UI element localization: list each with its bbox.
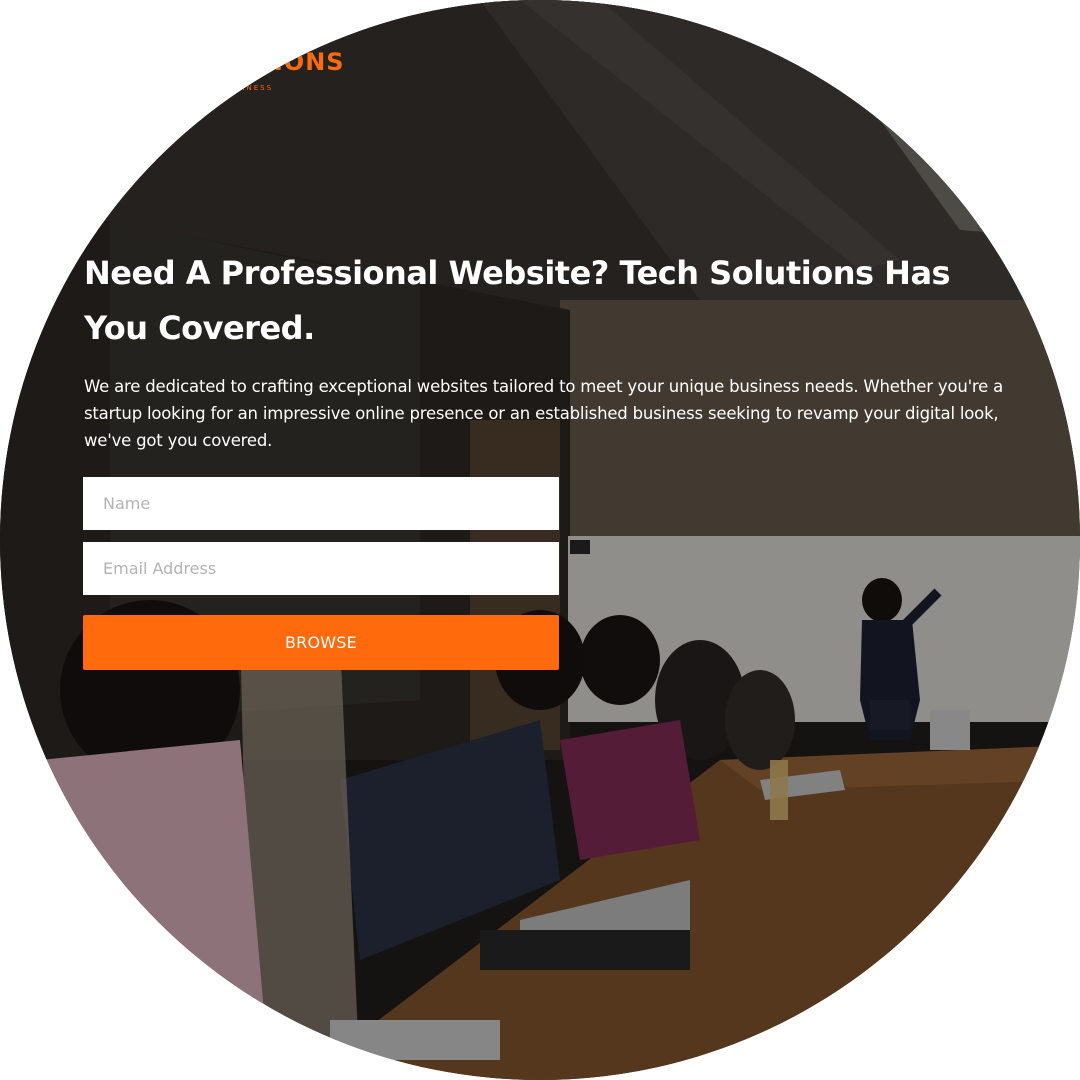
email-field[interactable]: [83, 542, 559, 595]
name-field[interactable]: [83, 477, 559, 530]
hero-description: We are dedicated to crafting exceptional…: [84, 377, 1004, 450]
hero-headline: Need A Professional Website? Tech Soluti…: [84, 254, 951, 347]
hero-circle-frame: UTIONS SINESS Need A Professional Websit…: [0, 0, 1080, 1080]
dark-overlay: [0, 0, 1080, 1080]
browse-button[interactable]: BROWSE: [83, 615, 559, 670]
brand-logo[interactable]: UTIONS: [236, 48, 345, 76]
brand-tagline: SINESS: [236, 84, 274, 92]
